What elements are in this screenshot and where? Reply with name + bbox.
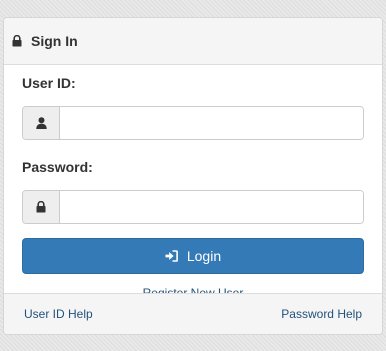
sign-in-panel: Sign In User ID: Password: Login User ID… bbox=[3, 17, 383, 335]
password-label: Password: bbox=[22, 159, 93, 175]
password-input[interactable] bbox=[60, 191, 363, 223]
user-id-label: User ID: bbox=[22, 75, 76, 91]
panel-heading: Sign In bbox=[4, 18, 382, 65]
password-help-link[interactable]: Password Help bbox=[281, 307, 362, 321]
user-icon bbox=[23, 107, 60, 139]
sign-in-icon bbox=[165, 250, 178, 262]
lock-icon bbox=[23, 191, 60, 223]
user-id-input[interactable] bbox=[60, 107, 363, 139]
password-input-group bbox=[22, 190, 364, 224]
login-button[interactable]: Login bbox=[22, 238, 364, 274]
login-button-label: Login bbox=[186, 248, 222, 264]
panel-title: Sign In bbox=[31, 33, 78, 49]
lock-icon bbox=[12, 35, 22, 47]
panel-body: User ID: Password: Login bbox=[4, 73, 382, 301]
user-id-input-group bbox=[22, 106, 364, 140]
panel-footer: User ID Help Password Help bbox=[4, 293, 382, 334]
user-id-help-link[interactable]: User ID Help bbox=[24, 307, 93, 321]
